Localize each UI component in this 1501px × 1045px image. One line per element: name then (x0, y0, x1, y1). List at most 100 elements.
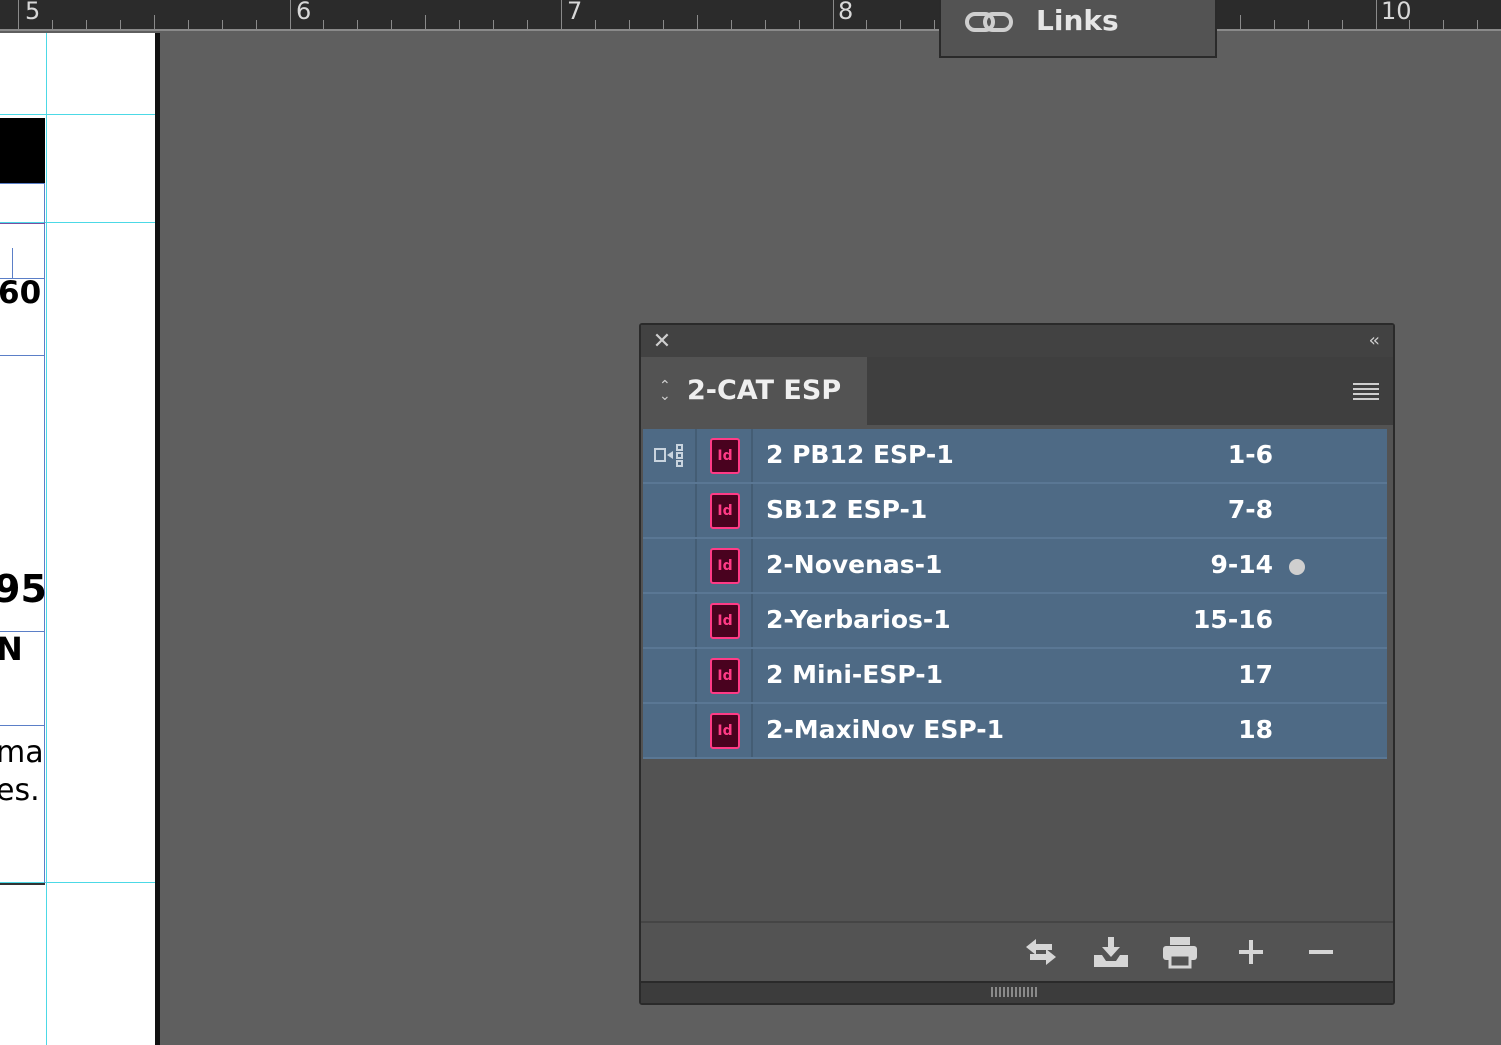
print-book-icon[interactable] (1160, 935, 1200, 971)
ruler-tick (120, 20, 121, 29)
synchronize-icon[interactable] (1021, 935, 1061, 971)
links-panel-tab[interactable]: Links (939, 0, 1217, 58)
document-row[interactable]: Id 2-Novenas-1 9-14 (643, 539, 1387, 594)
ruler-number-7: 7 (567, 0, 583, 25)
ruler-tick (1409, 20, 1410, 29)
frame-edge (0, 883, 45, 885)
price-fragment-95: 95 (0, 567, 47, 611)
ruler-tick (629, 20, 630, 29)
document-icon-column: Id (697, 429, 753, 482)
frame-edge (12, 248, 13, 278)
ruler-tick (561, 0, 562, 29)
ruler-tick (86, 20, 87, 29)
ruler-tick (1274, 20, 1275, 29)
ruler-tick (256, 20, 257, 29)
ruler-tick (493, 20, 494, 29)
text-fragment-es: es. (0, 773, 40, 808)
ruler-tick (1308, 20, 1309, 29)
ruler-tick (1443, 20, 1444, 29)
style-source-column[interactable] (643, 484, 697, 537)
ruler-tick (290, 0, 291, 29)
document-row[interactable]: Id SB12 ESP-1 7-8 (643, 484, 1387, 539)
ruler-tick (357, 20, 358, 29)
document-name: 2-MaxiNov ESP-1 (766, 715, 1005, 744)
document-page-range: 9-14 (1210, 550, 1273, 579)
indesign-document-icon: Id (710, 548, 740, 584)
ruler-tick (154, 15, 155, 29)
tab-book[interactable]: ⌃ ⌄ 2-CAT ESP (641, 357, 867, 425)
document-name: 2 Mini-ESP-1 (766, 660, 944, 689)
close-icon[interactable]: ✕ (651, 331, 673, 353)
panel-tabbar: ⌃ ⌄ 2-CAT ESP (641, 357, 1393, 425)
ruler-tick (527, 20, 528, 29)
document-open-indicator-icon (1289, 559, 1305, 575)
document-page-range: 1-6 (1227, 440, 1273, 469)
ruler-number-10: 10 (1381, 0, 1412, 25)
frame-edge (0, 725, 45, 726)
style-source-column[interactable] (643, 429, 697, 482)
ruler-tick (222, 20, 223, 29)
ruler-number-6: 6 (296, 0, 312, 25)
black-text-frame[interactable] (0, 118, 45, 184)
ruler-tick (663, 20, 664, 29)
frame-edge (0, 223, 45, 224)
horizontal-ruler[interactable]: 5 6 7 8 10 (0, 0, 1501, 31)
ruler-tick (697, 15, 698, 29)
ruler-tick (1376, 0, 1377, 29)
text-fragment-n: N (0, 630, 23, 668)
indesign-document-icon: Id (710, 603, 740, 639)
ruler-number-8: 8 (838, 0, 854, 25)
document-page-range: 15-16 (1193, 605, 1273, 634)
panel-footer (641, 921, 1393, 985)
document-row[interactable]: Id 2-Yerbarios-1 15-16 (643, 594, 1387, 649)
ruler-tick (323, 20, 324, 29)
document-icon-column: Id (697, 539, 753, 592)
ruler-tick (866, 20, 867, 29)
ruler-tick (765, 20, 766, 29)
ruler-tick (731, 20, 732, 29)
document-page[interactable]: 60 95 N ma es. (0, 33, 156, 1045)
frame-edge (44, 183, 45, 883)
indesign-document-icon: Id (710, 713, 740, 749)
document-name: SB12 ESP-1 (766, 495, 928, 524)
document-name: 2-Novenas-1 (766, 550, 943, 579)
link-icon (965, 12, 1013, 32)
document-page-range: 17 (1238, 660, 1273, 689)
style-source-column[interactable] (643, 539, 697, 592)
book-panel[interactable]: ✕ ‹‹ ⌃ ⌄ 2-CAT ESP Id 2 PB12 ESP-1 1-6 Id SB1… (639, 323, 1395, 1005)
margin-guide (0, 114, 156, 115)
ruler-tick (799, 20, 800, 29)
document-name: 2-Yerbarios-1 (766, 605, 951, 634)
style-source-column[interactable] (643, 649, 697, 702)
ruler-tick (595, 20, 596, 29)
ruler-tick (188, 20, 189, 29)
links-panel-label: Links (1036, 4, 1119, 37)
collapse-icon[interactable]: ‹‹ (1369, 330, 1381, 351)
panel-titlebar[interactable]: ✕ ‹‹ (641, 325, 1393, 357)
page-edge-shadow (155, 33, 160, 1045)
ruler-tick (1240, 15, 1241, 29)
ruler-tick (1477, 20, 1478, 29)
document-icon-column: Id (697, 594, 753, 647)
document-row[interactable]: Id 2 PB12 ESP-1 1-6 (643, 429, 1387, 484)
style-source-icon (654, 444, 683, 467)
document-page-range: 7-8 (1227, 495, 1273, 524)
panel-resize-grip[interactable] (641, 981, 1393, 1003)
frame-edge (0, 355, 45, 356)
document-name: 2 PB12 ESP-1 (766, 440, 954, 469)
style-source-column[interactable] (643, 704, 697, 757)
ruler-tick (391, 20, 392, 29)
ruler-number-5: 5 (25, 0, 41, 25)
ruler-tick (1342, 20, 1343, 29)
ruler-tick (18, 0, 19, 29)
text-fragment-ma: ma (0, 735, 44, 770)
panel-menu-icon[interactable] (1353, 383, 1379, 401)
ruler-tick (52, 20, 53, 29)
save-book-icon[interactable] (1091, 935, 1131, 971)
document-row[interactable]: Id 2-MaxiNov ESP-1 18 (643, 704, 1387, 759)
document-row[interactable]: Id 2 Mini-ESP-1 17 (643, 649, 1387, 704)
tab-stepper-icon: ⌃ ⌄ (659, 378, 671, 404)
add-document-icon[interactable] (1231, 935, 1271, 971)
style-source-column[interactable] (643, 594, 697, 647)
remove-document-icon[interactable] (1301, 935, 1341, 971)
